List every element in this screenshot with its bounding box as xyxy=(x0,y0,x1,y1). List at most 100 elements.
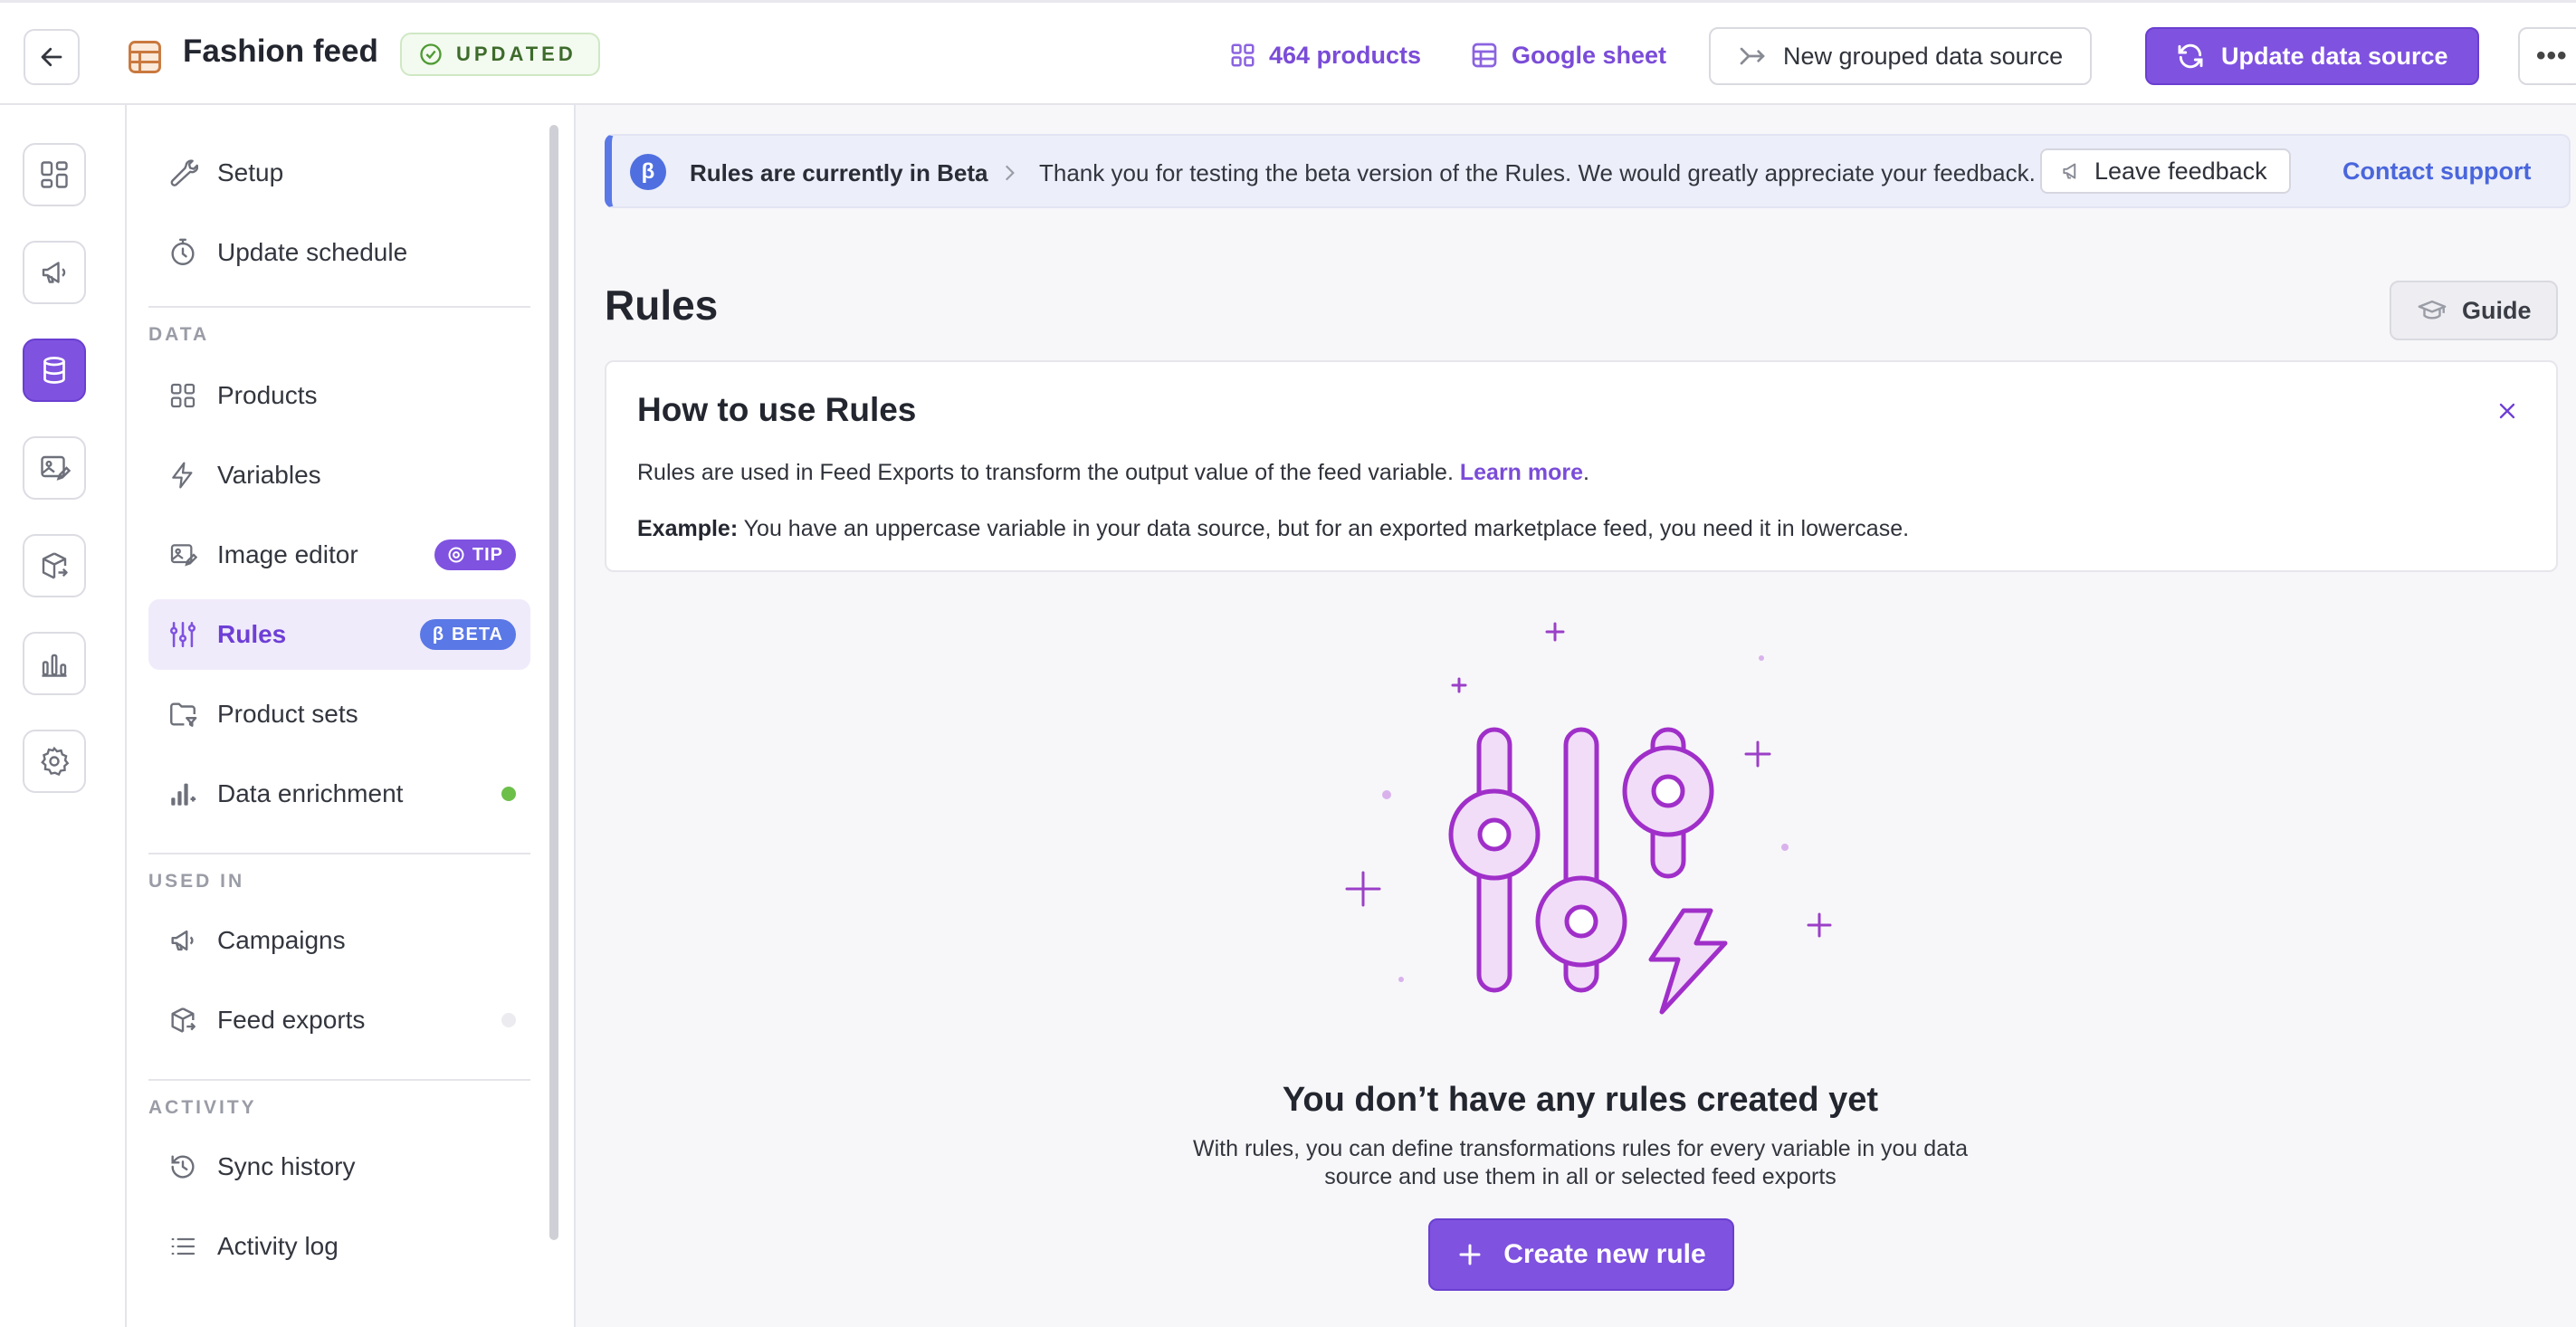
sidebar-item-product-sets[interactable]: Product sets xyxy=(148,679,530,749)
beta-badge-label: BETA xyxy=(452,624,503,644)
sidebar-item-sync-history[interactable]: Sync history xyxy=(148,1131,530,1202)
learn-more-link[interactable]: Learn more xyxy=(1460,460,1583,485)
sidebar-divider xyxy=(148,853,530,854)
megaphone-icon xyxy=(167,924,199,957)
products-count-label: 464 products xyxy=(1269,41,1422,69)
sidebar-item-data-enrichment[interactable]: Data enrichment xyxy=(148,759,530,829)
empty-state-description: With rules, you can define transformatio… xyxy=(1193,1136,1968,1189)
sidebar-item-rules[interactable]: Rules β BETA xyxy=(148,599,530,670)
sidebar-item-activity-log[interactable]: Activity log xyxy=(148,1211,530,1282)
rail-exports-button[interactable] xyxy=(23,534,86,597)
sidebar-item-label: Feed exports xyxy=(217,1006,366,1034)
how-to-card: How to use Rules Rules are used in Feed … xyxy=(605,360,2558,572)
target-icon xyxy=(447,546,465,564)
status-dot-green xyxy=(501,787,516,801)
stopwatch-icon xyxy=(167,236,199,269)
status-badge: UPDATED xyxy=(400,33,600,76)
empty-state-title: You don’t have any rules created yet xyxy=(1282,1081,1879,1119)
back-button[interactable] xyxy=(24,29,80,85)
rail-settings-button[interactable] xyxy=(23,730,86,793)
sidebar-item-feed-exports[interactable]: Feed exports xyxy=(148,985,530,1055)
nav-sidebar: Setup Update schedule DATA Products Vari… xyxy=(127,105,576,1327)
arrow-left-icon xyxy=(38,43,65,71)
folder-filter-icon xyxy=(167,698,199,730)
sidebar-divider xyxy=(148,1079,530,1081)
guide-label: Guide xyxy=(2462,296,2532,324)
sidebar-item-label: Rules xyxy=(217,620,287,648)
gear-icon xyxy=(38,745,71,778)
sidebar-item-label: Data enrichment xyxy=(217,779,404,807)
contact-support-link[interactable]: Contact support xyxy=(2342,158,2532,186)
rail-dashboard-button[interactable] xyxy=(23,143,86,206)
tip-badge: TIP xyxy=(434,539,516,570)
how-to-description-end: . xyxy=(1583,460,1589,485)
create-new-rule-button[interactable]: Create new rule xyxy=(1428,1218,1734,1291)
page-title: Rules xyxy=(605,282,719,329)
sidebar-item-variables[interactable]: Variables xyxy=(148,440,530,511)
beta-banner-message: Thank you for testing the beta version o… xyxy=(1039,159,2036,186)
update-data-source-button[interactable]: Update data source xyxy=(2145,27,2479,85)
sidebar-item-products[interactable]: Products xyxy=(148,360,530,431)
grid-icon xyxy=(1229,42,1256,69)
box-export-icon xyxy=(38,549,71,582)
new-grouped-source-button[interactable]: New grouped data source xyxy=(1709,27,2093,85)
spreadsheet-icon xyxy=(1470,41,1499,70)
rail-data-button[interactable] xyxy=(23,339,86,402)
google-sheet-label: Google sheet xyxy=(1512,41,1667,69)
how-to-description: Rules are used in Feed Exports to transf… xyxy=(637,460,1589,486)
refresh-icon xyxy=(2176,42,2205,71)
example-label: Example: xyxy=(637,516,739,541)
list-icon xyxy=(167,1230,199,1263)
sidebar-section-data: DATA xyxy=(148,324,210,345)
guide-button[interactable]: Guide xyxy=(2390,281,2558,340)
rail-image-editor-button[interactable] xyxy=(23,436,86,500)
beta-banner-title: Rules are currently in Beta xyxy=(690,159,988,186)
sidebar-item-label: Sync history xyxy=(217,1152,356,1180)
app-rail xyxy=(0,105,127,1327)
sidebar-item-setup[interactable]: Setup xyxy=(148,138,530,208)
megaphone-icon xyxy=(38,256,71,289)
products-count-link[interactable]: 464 products xyxy=(1229,33,1421,77)
box-export-icon xyxy=(167,1004,199,1036)
sidebar-item-label: Setup xyxy=(217,158,284,186)
sidebar-item-image-editor[interactable]: Image editor TIP xyxy=(148,520,530,590)
lightning-icon xyxy=(167,459,199,492)
sliders-illustration-icon xyxy=(1345,622,1832,1015)
close-icon[interactable] xyxy=(2495,398,2520,424)
merge-arrow-icon xyxy=(1738,42,1767,71)
beta-banner: β Rules are currently in Beta Thank you … xyxy=(605,134,2571,208)
beta-badge: β BETA xyxy=(419,619,516,650)
image-edit-icon xyxy=(38,452,71,484)
sidebar-item-label: Image editor xyxy=(217,540,358,568)
sidebar-item-label: Variables xyxy=(217,461,321,489)
how-to-title: How to use Rules xyxy=(637,391,917,428)
sidebar-item-label: Products xyxy=(217,381,318,409)
graduation-cap-icon xyxy=(2417,295,2447,326)
leave-feedback-button[interactable]: Leave feedback xyxy=(2040,148,2291,194)
sidebar-item-update-schedule[interactable]: Update schedule xyxy=(148,217,530,288)
google-sheet-link[interactable]: Google sheet xyxy=(1470,33,1666,77)
check-circle-icon xyxy=(418,42,444,67)
history-icon xyxy=(167,1150,199,1183)
how-to-example: Example: You have an uppercase variable … xyxy=(637,516,1909,542)
sidebar-scrollbar[interactable] xyxy=(549,125,558,1240)
how-to-description-text: Rules are used in Feed Exports to transf… xyxy=(637,460,1454,485)
leave-feedback-label: Leave feedback xyxy=(2094,157,2267,185)
example-text: You have an uppercase variable in your d… xyxy=(743,516,1910,541)
beta-icon: β xyxy=(630,154,666,190)
grid-icon xyxy=(167,379,199,412)
sidebar-item-campaigns[interactable]: Campaigns xyxy=(148,905,530,976)
rail-analytics-button[interactable] xyxy=(23,632,86,695)
sidebar-item-label: Product sets xyxy=(217,700,358,728)
more-options-button[interactable]: ••• xyxy=(2518,27,2576,85)
rail-campaigns-button[interactable] xyxy=(23,241,86,304)
tip-badge-label: TIP xyxy=(472,544,503,565)
beta-badge-prefix: β xyxy=(432,624,445,644)
rules-empty-illustration xyxy=(1321,606,1846,1041)
dashboard-icon xyxy=(38,158,71,191)
sidebar-item-label: Update schedule xyxy=(217,238,408,266)
update-data-source-label: Update data source xyxy=(2221,42,2448,70)
database-icon xyxy=(38,354,71,387)
chart-plus-icon xyxy=(167,778,199,810)
status-dot-gray xyxy=(501,1013,516,1027)
